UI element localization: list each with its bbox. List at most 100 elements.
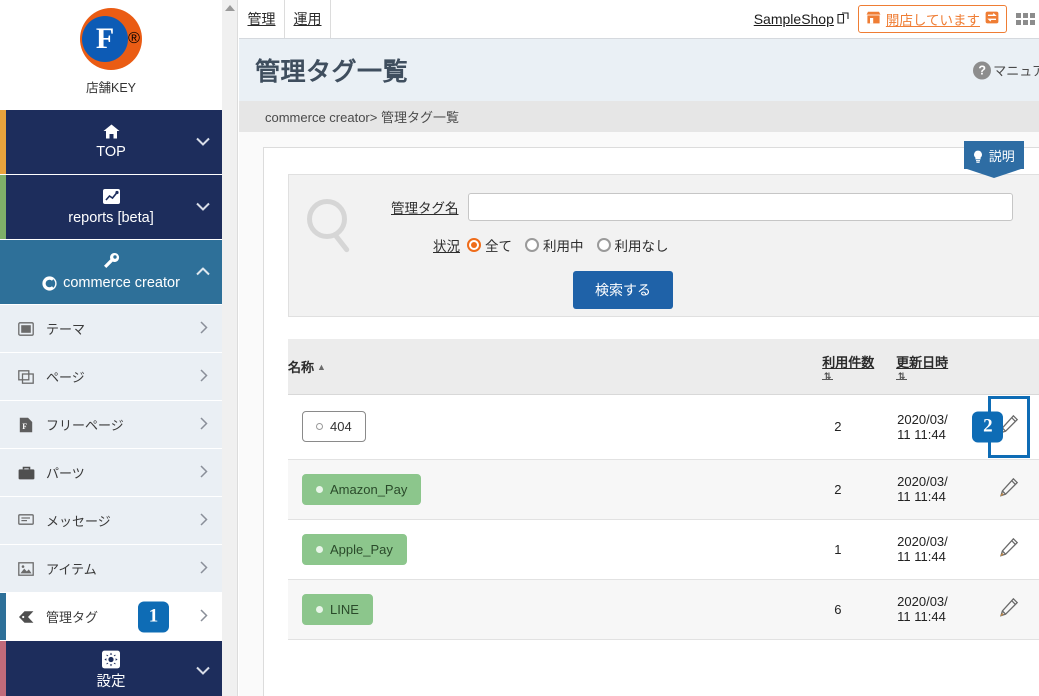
sidebar-item-page[interactable]: ページ — [0, 353, 222, 401]
cell-edit: 2 — [972, 394, 1039, 460]
tag-chip-label: Amazon_Pay — [330, 481, 408, 497]
accent-bar-settings — [0, 641, 6, 696]
tag-chip-404[interactable]: 404 — [302, 411, 366, 442]
parts-briefcase-icon — [16, 466, 36, 480]
sidebar-item-admin-tag[interactable]: 管理タグ 1 — [0, 593, 222, 641]
page-title-band: 管理タグ一覧 ? マニュア — [239, 39, 1039, 101]
radio-unused-label: 利用なし — [614, 239, 669, 254]
chevron-down-icon[interactable] — [196, 200, 210, 215]
cell-date-line1: 2020/03/ — [897, 474, 948, 489]
cell-name: 404 — [288, 394, 823, 460]
sort-toggle-icon[interactable]: ⇅ — [896, 372, 908, 381]
table-row: Apple_Pay 1 2020/03/ 11 11:44 — [288, 519, 1039, 580]
message-icon — [16, 514, 36, 527]
manual-link[interactable]: ? マニュア — [973, 61, 1039, 80]
sidebar-item-item-label: アイテム — [46, 562, 97, 577]
sidebar-scrollbar[interactable] — [222, 0, 238, 696]
sidebar-item-settings[interactable]: 設定 — [0, 641, 222, 696]
tag-chip-apple-pay[interactable]: Apple_Pay — [302, 533, 407, 565]
column-header-date[interactable]: 更新日時 ⇅ — [896, 339, 979, 395]
column-header-date-label: 更新日時 — [896, 355, 949, 371]
column-header-edit — [978, 339, 1039, 395]
cell-date-line2: 11 11:44 — [897, 426, 946, 442]
brand-logo: F ® — [80, 8, 142, 70]
sidebar: F ® 店舗KEY TOP reports [beta] commerce cr… — [0, 0, 222, 696]
radio-option-unused[interactable]: 利用なし — [596, 235, 669, 255]
cell-edit — [978, 579, 1039, 640]
sidebar-item-settings-label: 設定 — [96, 674, 126, 690]
sidebar-item-theme[interactable]: テーマ — [0, 305, 222, 353]
sidebar-item-top[interactable]: TOP — [0, 110, 222, 175]
cell-date: 2020/03/ 11 11:44 — [896, 579, 979, 640]
edit-button[interactable] — [993, 473, 1025, 505]
tag-chip-label: 404 — [330, 419, 352, 434]
pencil-icon — [999, 597, 1019, 622]
registered-mark-icon: ® — [128, 30, 140, 47]
chevron-right-icon — [200, 416, 208, 433]
tab-unyou[interactable]: 運用 — [285, 0, 331, 38]
radio-option-all[interactable]: 全て — [467, 235, 512, 255]
sidebar-item-reports[interactable]: reports [beta] — [0, 175, 222, 240]
cell-date-line2: 11 11:44 — [897, 549, 946, 564]
cell-name: LINE — [288, 579, 823, 640]
sidebar-item-admin-tag-label: 管理タグ — [46, 610, 99, 625]
breadcrumb: commerce creator> 管理タグ一覧 — [239, 101, 1039, 132]
tag-chip-amazon-pay[interactable]: Amazon_Pay — [302, 473, 422, 505]
chevron-right-icon — [200, 608, 208, 625]
brand-logo-letter: F — [82, 16, 129, 62]
column-header-count[interactable]: 利用件数 ⇅ — [822, 339, 897, 395]
tag-chip-line[interactable]: LINE — [302, 593, 373, 625]
column-header-name[interactable]: 名称 ▲ — [288, 339, 823, 395]
grid-cell — [1030, 12, 1035, 18]
gear-icon — [101, 650, 121, 672]
cell-date-line2: 11 11:44 — [897, 609, 946, 624]
page-title: 管理タグ一覧 — [255, 58, 409, 86]
scroll-up-arrow-icon[interactable] — [225, 5, 235, 11]
sidebar-item-message[interactable]: メッセージ — [0, 497, 222, 545]
accent-bar-commerce-creator — [0, 240, 6, 304]
search-name-row: 管理タグ名 — [289, 193, 1039, 221]
home-icon — [103, 124, 120, 142]
tag-chip-label: Apple_Pay — [330, 541, 393, 557]
help-explanation-tab[interactable]: 説明 — [964, 141, 1024, 175]
sort-toggle-icon[interactable]: ⇅ — [822, 372, 834, 381]
radio-option-in-use[interactable]: 利用中 — [525, 235, 584, 255]
edit-button[interactable] — [993, 593, 1025, 625]
open-status-button[interactable]: 開店しています — [857, 5, 1007, 33]
tag-chip-label: LINE — [330, 601, 359, 617]
search-name-input[interactable] — [467, 193, 1013, 221]
cell-date: 2020/03/ 11 11:44 — [896, 459, 979, 520]
column-header-name-label: 名称 — [288, 359, 315, 375]
shop-link[interactable]: SampleShop — [754, 11, 849, 27]
chevron-up-icon[interactable] — [196, 265, 210, 280]
search-panel: 管理タグ名 状況 全て 利用中 利用なし 検索する — [288, 174, 1039, 317]
wrench-icon — [102, 252, 121, 273]
sidebar-item-commerce-creator[interactable]: commerce creator — [0, 240, 222, 305]
apps-grid-icon[interactable] — [1016, 12, 1035, 26]
shop-icon — [866, 11, 881, 27]
sidebar-item-parts[interactable]: パーツ — [0, 449, 222, 497]
sidebar-item-free-page[interactable]: F フリーページ — [0, 401, 222, 449]
brand-block: F ® 店舗KEY — [0, 0, 222, 110]
edit-button[interactable] — [993, 533, 1025, 565]
shop-name-label: 店舗KEY — [85, 81, 136, 95]
open-status-label: 開店しています — [885, 13, 980, 28]
cell-edit — [978, 459, 1039, 520]
cell-count: 2 — [822, 459, 897, 520]
chevron-right-icon — [200, 512, 208, 529]
cell-count: 2 — [822, 394, 897, 460]
tag-dot-icon — [316, 605, 323, 613]
content-area: 説明 管理タグ名 状況 全て 利用中 利用なし 検索する 名称 ▲ 利用件数 ⇅… — [239, 132, 1039, 696]
pencil-icon — [999, 477, 1019, 502]
tab-kanri[interactable]: 管理 — [239, 0, 285, 38]
step-badge-2: 2 — [972, 411, 1004, 442]
free-page-doc-icon: F — [16, 417, 36, 433]
search-icon — [307, 199, 347, 239]
sidebar-item-item[interactable]: アイテム — [0, 545, 222, 593]
column-header-count-label: 利用件数 — [822, 355, 875, 371]
chevron-down-icon[interactable] — [196, 135, 210, 150]
grid-cell — [1030, 19, 1035, 25]
chevron-down-icon[interactable] — [196, 663, 210, 678]
help-tab-notch — [986, 172, 1002, 175]
search-submit-button[interactable]: 検索する — [573, 271, 673, 309]
